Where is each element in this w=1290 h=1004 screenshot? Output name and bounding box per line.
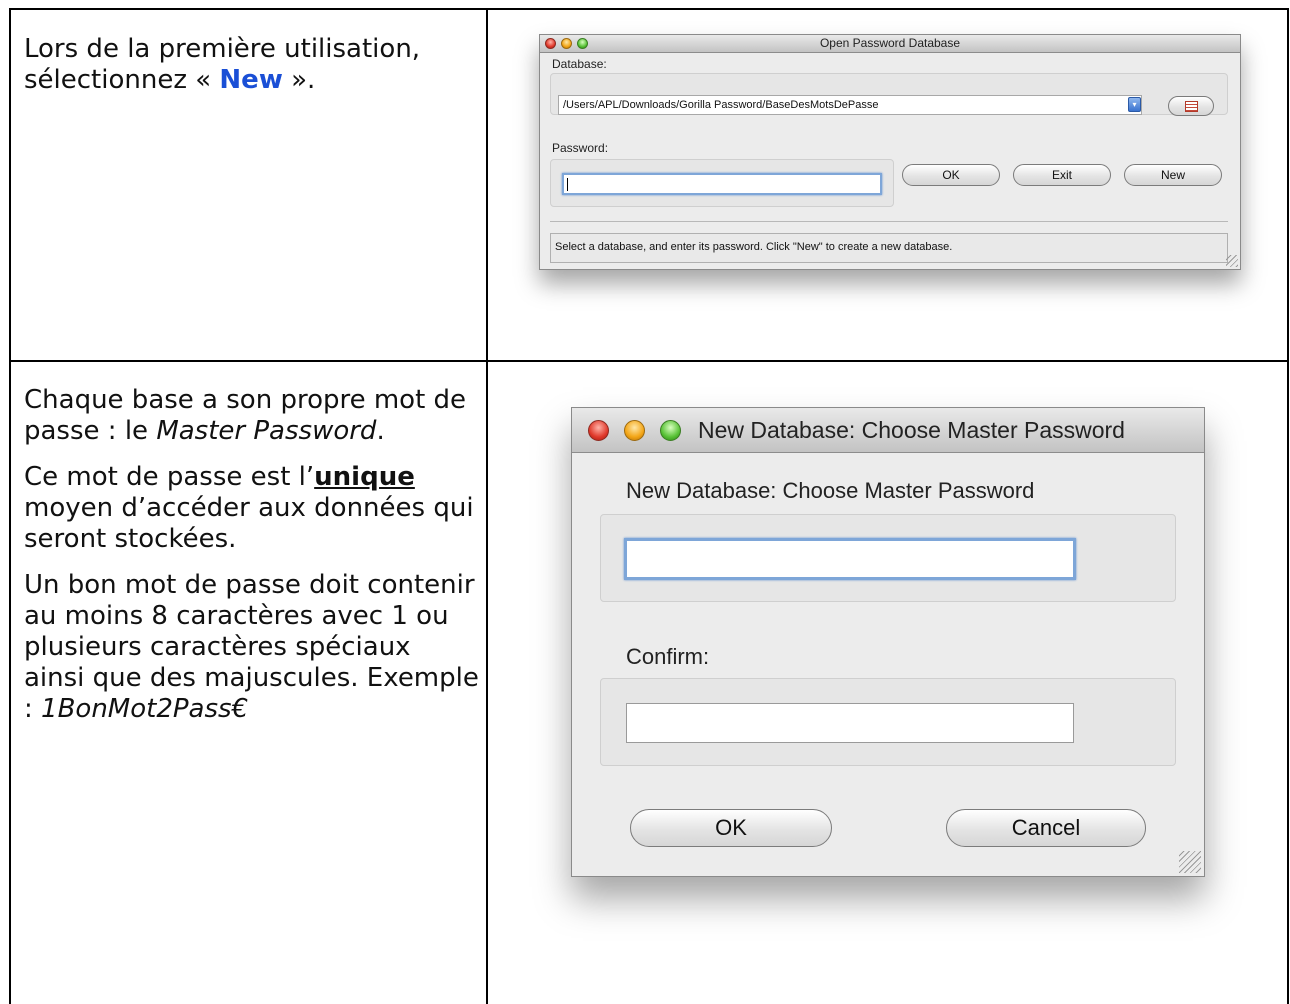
row2-paragraph-2: Ce mot de passe est l’unique moyen d’acc… <box>24 462 479 555</box>
exit-button[interactable]: Exit <box>1013 164 1111 186</box>
master-password-input[interactable] <box>624 538 1076 580</box>
confirm-label: Confirm: <box>626 644 710 669</box>
open-password-database-window: Open Password Database Database: /Users/… <box>539 34 1241 270</box>
row2-instructions: Chaque base a son propre mot de passe : … <box>24 385 479 740</box>
password-label: Password: <box>552 141 609 155</box>
new-button[interactable]: New <box>1124 164 1222 186</box>
table-row-divider <box>9 360 1289 362</box>
table-border-right <box>1287 8 1289 1004</box>
row1-new-highlight: New <box>219 65 283 95</box>
row2-p2-unique: unique <box>314 462 415 492</box>
confirm-password-input[interactable] <box>626 703 1074 743</box>
zoom-window-icon[interactable] <box>660 420 681 441</box>
minimize-window-icon[interactable] <box>624 420 645 441</box>
resize-grip-icon[interactable] <box>1226 255 1238 267</box>
window-titlebar: Open Password Database <box>540 35 1240 53</box>
close-window-icon[interactable] <box>545 38 556 49</box>
database-path-select[interactable]: /Users/APL/Downloads/Gorilla Password/Ba… <box>558 95 1142 115</box>
browse-database-button[interactable] <box>1168 96 1214 116</box>
table-column-divider <box>486 8 488 1004</box>
row2-p2-after: moyen d’accéder aux données qui seront s… <box>24 493 474 554</box>
dropdown-arrow-icon[interactable]: ▾ <box>1128 97 1141 112</box>
status-text: Select a database, and enter its passwor… <box>555 241 953 253</box>
row2-p3-example: 1BonMot2Pass€ <box>41 694 249 724</box>
separator <box>550 221 1228 222</box>
table-border-left <box>9 8 11 1004</box>
new-password-heading: New Database: Choose Master Password <box>626 478 1035 503</box>
zoom-window-icon[interactable] <box>577 38 588 49</box>
window-title: New Database: Choose Master Password <box>698 417 1125 443</box>
row2-p1-after: . <box>376 416 385 446</box>
row1-instruction-after: ». <box>282 65 316 95</box>
cancel-button[interactable]: Cancel <box>946 809 1146 847</box>
row1-instruction: Lors de la première utilisation, sélecti… <box>24 34 474 96</box>
browse-file-icon <box>1184 101 1198 112</box>
password-input[interactable] <box>562 173 882 195</box>
new-database-window: New Database: Choose Master Password New… <box>571 407 1205 877</box>
database-label: Database: <box>552 57 607 71</box>
table-border-top <box>9 8 1289 10</box>
row2-p2-before: Ce mot de passe est l’ <box>24 462 315 492</box>
close-window-icon[interactable] <box>588 420 609 441</box>
row2-paragraph-3: Un bon mot de passe doit contenir au moi… <box>24 570 479 725</box>
resize-grip-icon[interactable] <box>1179 851 1201 873</box>
database-path-value: /Users/APL/Downloads/Gorilla Password/Ba… <box>563 99 879 111</box>
status-bar: Select a database, and enter its passwor… <box>550 233 1228 263</box>
row2-p1-master-password: Master Password <box>156 416 377 446</box>
row2-paragraph-1: Chaque base a son propre mot de passe : … <box>24 385 479 447</box>
minimize-window-icon[interactable] <box>561 38 572 49</box>
ok-button[interactable]: OK <box>630 809 832 847</box>
text-cursor <box>567 178 568 191</box>
ok-button[interactable]: OK <box>902 164 1000 186</box>
window-title: Open Password Database <box>819 36 961 50</box>
